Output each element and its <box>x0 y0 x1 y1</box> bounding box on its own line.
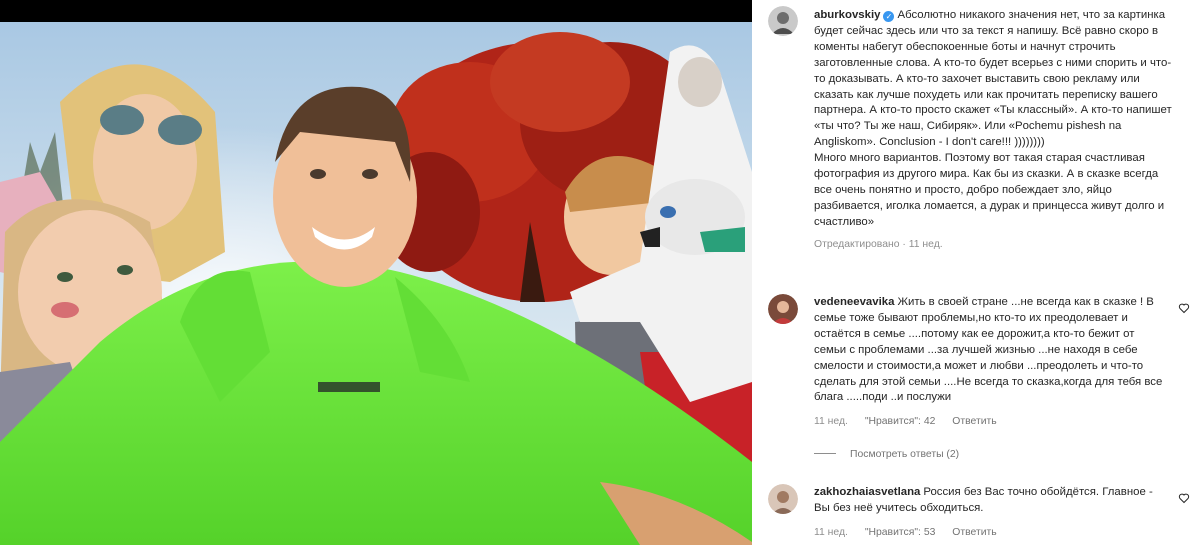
caption-text: aburkovskiy ✓ Абсолютно никакого значения … <box>814 8 1174 151</box>
replies-dash <box>814 453 836 454</box>
like-heart-icon[interactable] <box>1178 492 1190 504</box>
caption-paragraph-2: Много много вариантов. Поэтому вот такая… <box>814 152 1165 228</box>
comment-time[interactable]: 11 нед. <box>814 416 848 427</box>
view-replies-label: Посмотреть ответы (2) <box>850 449 960 460</box>
commenter-username[interactable]: vedeneevavika <box>814 296 894 308</box>
post-meta: Отредактировано · 11 нед. <box>814 237 1174 253</box>
commenter-avatar[interactable] <box>768 484 798 514</box>
comment-likes[interactable]: "Нравится": 42 <box>865 416 936 427</box>
edited-label: Отредактировано <box>814 238 900 250</box>
comments-panel: aburkovskiy ✓ Абсолютно никакого значения … <box>752 0 1200 545</box>
comment-meta: 11 нед. "Нравится": 53 Ответить <box>814 525 1169 541</box>
family-selfie-image <box>0 22 752 545</box>
comment-time[interactable]: 11 нед. <box>814 527 848 538</box>
comment-meta: 11 нед. "Нравится": 42 Ответить <box>814 414 1169 430</box>
commenter-username[interactable]: zakhozhaiasvetlana <box>814 486 920 498</box>
comment-text: Жить в своей стране ...не всегда как в с… <box>814 296 1163 404</box>
verified-badge-icon: ✓ <box>883 11 895 22</box>
author-avatar[interactable] <box>768 6 798 36</box>
photo-scene <box>0 22 752 545</box>
caption-paragraph-1: Абсолютно никакого значения нет, что за … <box>814 9 1172 149</box>
comment-likes[interactable]: "Нравится": 53 <box>865 527 936 538</box>
photo-top-bar <box>0 0 752 22</box>
view-replies-button[interactable]: Посмотреть ответы (2) <box>814 449 959 460</box>
author-username[interactable]: aburkovskiy <box>814 9 880 21</box>
reply-button[interactable]: Ответить <box>952 416 996 427</box>
like-heart-icon[interactable] <box>1178 302 1190 314</box>
commenter-avatar[interactable] <box>768 294 798 324</box>
meta-separator: · <box>902 238 906 250</box>
post-photo[interactable] <box>0 0 752 545</box>
reply-button[interactable]: Ответить <box>952 527 996 538</box>
post-time[interactable]: 11 нед. <box>909 239 943 250</box>
